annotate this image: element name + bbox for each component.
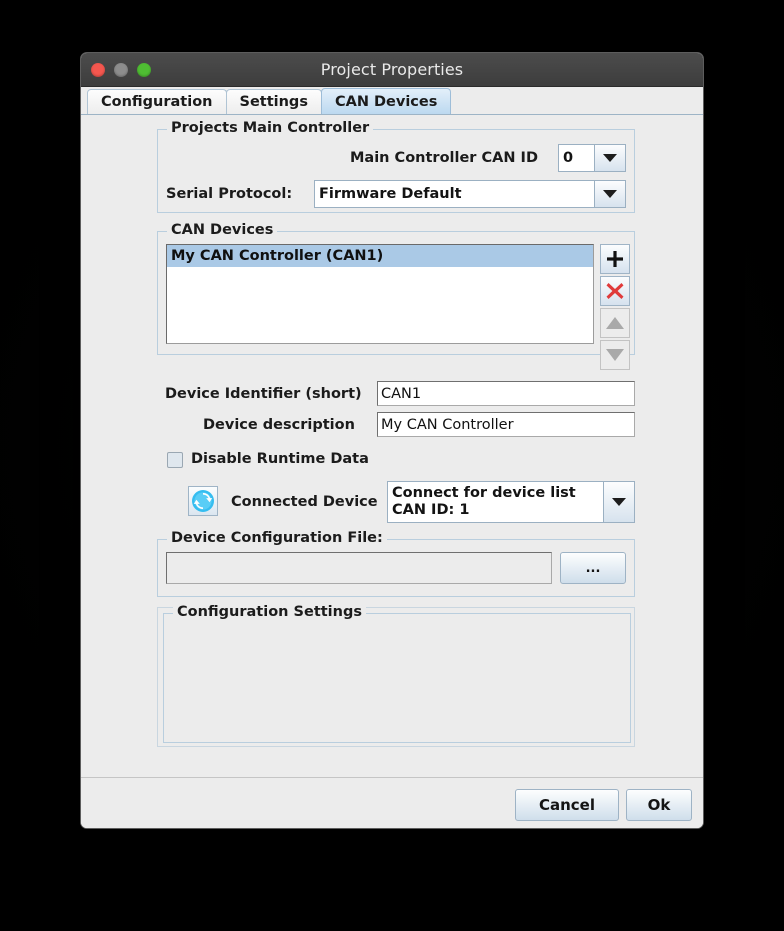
configuration-settings-panel: Configuration Settings	[157, 604, 635, 747]
list-item[interactable]: My CAN Controller (CAN1)	[167, 245, 593, 267]
cancel-button[interactable]: Cancel	[515, 789, 619, 821]
device-identifier-input[interactable]: CAN1	[377, 381, 635, 406]
connected-device-value: Connect for device list CAN ID: 1	[388, 482, 603, 522]
disable-runtime-data-label: Disable Runtime Data	[191, 451, 369, 467]
tab-content-can-devices: Projects Main Controller Main Controller…	[81, 115, 703, 828]
minimize-button-icon[interactable]	[114, 62, 128, 77]
chevron-down-icon	[603, 190, 617, 198]
main-controller-can-id-value: 0	[559, 145, 594, 171]
tab-can-devices[interactable]: CAN Devices	[320, 88, 452, 114]
can-devices-legend: CAN Devices	[167, 222, 278, 238]
can-devices-group: CAN Devices My CAN Controller (CAN1)	[157, 222, 635, 370]
ok-button[interactable]: Ok	[626, 789, 692, 821]
refresh-device-list-button[interactable]	[188, 486, 218, 516]
main-controller-can-id-combo[interactable]: 0	[558, 144, 626, 172]
refresh-icon	[192, 490, 214, 512]
serial-protocol-arrow[interactable]	[594, 181, 625, 207]
add-device-button[interactable]	[600, 244, 630, 274]
configuration-settings-legend: Configuration Settings	[173, 604, 366, 620]
browse-configuration-file-button[interactable]: ...	[560, 552, 626, 584]
configuration-settings-group: Configuration Settings	[163, 604, 631, 743]
device-description-input[interactable]: My CAN Controller	[377, 412, 635, 437]
disable-runtime-data-checkbox[interactable]	[167, 452, 183, 468]
close-icon	[606, 283, 624, 299]
project-properties-window: Project Properties Configuration Setting…	[80, 52, 704, 829]
connected-device-value-line1: Connect for device list	[392, 485, 576, 501]
tab-configuration[interactable]: Configuration	[87, 89, 227, 114]
remove-device-button[interactable]	[600, 276, 630, 306]
device-description-label: Device description	[203, 417, 355, 433]
window-controls	[91, 53, 151, 86]
connected-device-value-line2: CAN ID: 1	[392, 502, 470, 518]
device-identifier-label: Device Identifier (short)	[165, 386, 362, 402]
device-configuration-file-input[interactable]	[166, 552, 552, 584]
chevron-down-icon	[612, 498, 626, 506]
connected-device-combo[interactable]: Connect for device list CAN ID: 1	[387, 481, 635, 523]
zoom-button-icon[interactable]	[137, 62, 151, 77]
main-controller-can-id-label: Main Controller CAN ID	[350, 150, 538, 166]
projects-main-controller-group: Projects Main Controller Main Controller…	[157, 120, 635, 213]
main-controller-can-id-arrow[interactable]	[594, 145, 625, 171]
triangle-up-icon	[606, 317, 624, 329]
serial-protocol-value: Firmware Default	[315, 181, 594, 207]
window-titlebar[interactable]: Project Properties	[81, 53, 703, 87]
can-devices-list[interactable]: My CAN Controller (CAN1)	[166, 244, 594, 344]
serial-protocol-label: Serial Protocol:	[166, 186, 293, 202]
chevron-down-icon	[603, 154, 617, 162]
device-configuration-file-group: Device Configuration File: ...	[157, 530, 635, 597]
close-button-icon[interactable]	[91, 62, 105, 77]
dialog-footer: Cancel Ok	[81, 777, 703, 828]
triangle-down-icon	[606, 349, 624, 361]
connected-device-label: Connected Device	[231, 494, 378, 510]
connected-device-arrow[interactable]	[603, 482, 634, 522]
serial-protocol-combo[interactable]: Firmware Default	[314, 180, 626, 208]
tab-settings[interactable]: Settings	[225, 89, 322, 114]
plus-icon	[607, 251, 623, 267]
tab-strip: Configuration Settings CAN Devices	[81, 87, 703, 115]
device-configuration-file-legend: Device Configuration File:	[167, 530, 387, 546]
move-device-up-button[interactable]	[600, 308, 630, 338]
projects-main-controller-legend: Projects Main Controller	[167, 120, 374, 136]
move-device-down-button[interactable]	[600, 340, 630, 370]
window-title: Project Properties	[320, 60, 464, 79]
